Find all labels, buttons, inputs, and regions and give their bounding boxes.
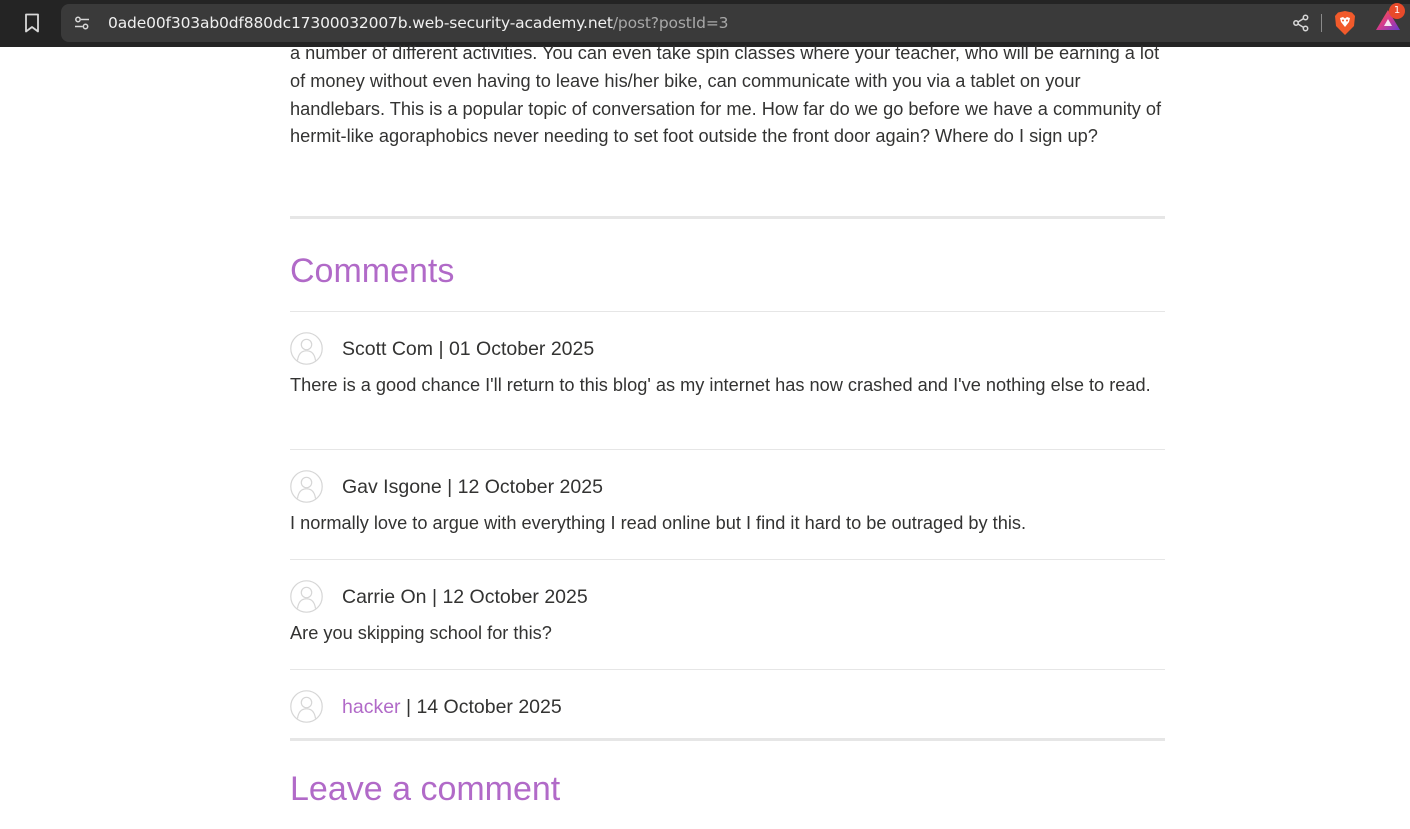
comment-header: Gav Isgone | 12 October 2025	[290, 470, 1165, 503]
meta-separator: |	[400, 696, 417, 718]
comment-text: There is a good chance I'll return to th…	[290, 375, 1151, 395]
comment-header: hacker | 14 October 2025	[290, 690, 1165, 723]
share-icon[interactable]	[1290, 12, 1312, 34]
comment-divider	[290, 669, 1165, 670]
post-divider	[290, 216, 1165, 219]
url-host: 0ade00f303ab0df880dc17300032007b.web-sec…	[108, 14, 613, 32]
comment-date: 14 October 2025	[416, 696, 562, 718]
comment-date: 01 October 2025	[448, 338, 595, 360]
bookmark-icon[interactable]	[18, 9, 46, 37]
user-avatar-icon	[290, 470, 323, 503]
comment-meta: Scott Com | 01 October 2025	[342, 337, 594, 361]
comment-author-link[interactable]: hacker	[342, 696, 401, 718]
url-path: /post?postId=3	[612, 14, 729, 32]
user-avatar-icon	[290, 690, 323, 723]
toolbar-separator	[1321, 14, 1322, 32]
user-avatar-icon	[290, 332, 323, 365]
comment-meta: hacker | 14 October 2025	[342, 695, 562, 719]
leave-comment-heading: Leave a comment	[290, 770, 561, 808]
comment-text: I normally love to argue with everything…	[290, 513, 1027, 533]
site-info-icon[interactable]	[71, 12, 93, 34]
comment-divider	[290, 449, 1165, 450]
comment-author: Gav Isgone	[342, 476, 442, 498]
comment-date: 12 October 2025	[457, 476, 603, 498]
rewards-badge: 1	[1389, 3, 1405, 19]
comment-divider	[290, 311, 1165, 312]
address-bar[interactable]: 0ade00f303ab0df880dc17300032007b.web-sec…	[61, 4, 1410, 42]
comment-date: 12 October 2025	[442, 586, 588, 608]
meta-separator: |	[433, 338, 449, 360]
post-body-text: a number of different activities. You ca…	[290, 43, 1162, 147]
comment-text: Are you skipping school for this?	[290, 623, 552, 643]
meta-separator: |	[426, 586, 443, 608]
comments-end-divider	[290, 738, 1165, 741]
url-text[interactable]: 0ade00f303ab0df880dc17300032007b.web-sec…	[108, 13, 729, 33]
comment-header: Scott Com | 01 October 2025	[290, 332, 1165, 365]
comment-meta: Gav Isgone | 12 October 2025	[342, 475, 603, 499]
comment-meta: Carrie On | 12 October 2025	[342, 585, 588, 609]
comment-header: Carrie On | 12 October 2025	[290, 580, 1165, 613]
user-avatar-icon	[290, 580, 323, 613]
comments-heading: Comments	[290, 252, 455, 290]
comment-author: Scott Com	[342, 338, 434, 360]
comment-author: Carrie On	[342, 586, 427, 608]
comment-divider	[290, 559, 1165, 560]
brave-shields-icon[interactable]	[1333, 10, 1357, 36]
meta-separator: |	[441, 476, 458, 498]
